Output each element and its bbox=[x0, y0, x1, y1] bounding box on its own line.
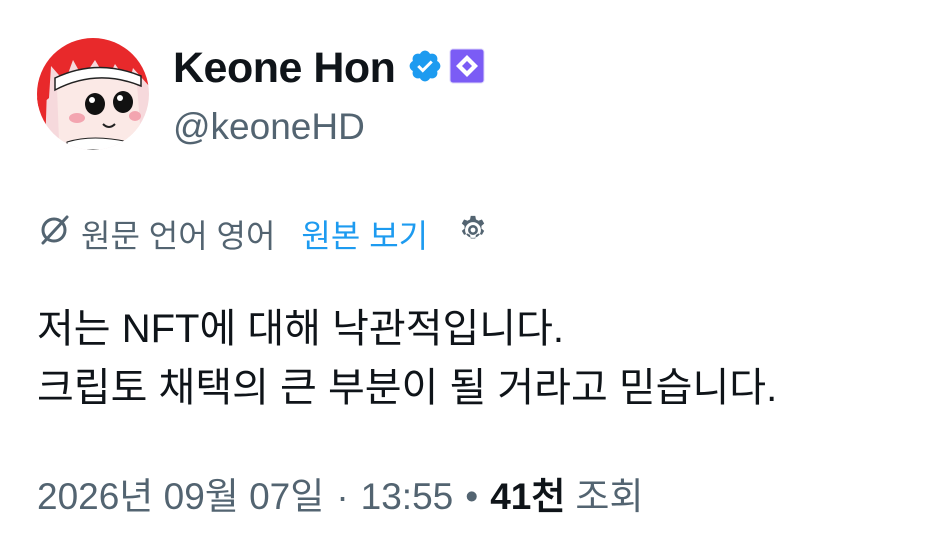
avatar-image bbox=[37, 38, 149, 150]
tweet-author-header: Keone Hon @keoneHD bbox=[37, 38, 485, 150]
meta-bullet: • bbox=[465, 476, 479, 517]
translation-source-label: 원문 언어 영어 bbox=[81, 218, 276, 254]
gear-icon[interactable] bbox=[456, 213, 490, 255]
tweet-text-line: 저는 NFT에 대해 낙관적입니다. bbox=[37, 307, 565, 351]
tweet-date[interactable]: 2026년 09월 07일 bbox=[37, 466, 324, 520]
views-count[interactable]: 41천 bbox=[490, 466, 565, 520]
affiliate-badge-icon[interactable] bbox=[449, 48, 485, 89]
view-original-link[interactable]: 원본 보기 bbox=[301, 211, 428, 257]
tweet-text-line: 크립토 채택의 큰 부분이 될 거라고 믿습니다. bbox=[37, 366, 778, 410]
translation-row: 원문 언어 영어 원본 보기 bbox=[37, 211, 490, 257]
tweet-detail: Keone Hon @keoneHD 원문 언어 영어 원본 보기 저는 NFT… bbox=[0, 0, 949, 551]
tweet-meta: 2026년 09월 07일 · 13:55 • 41천 조회 bbox=[37, 466, 644, 520]
tweet-text: 저는 NFT에 대해 낙관적입니다. 크립토 채택의 큰 부분이 될 거라고 믿… bbox=[37, 300, 777, 418]
name-row: Keone Hon bbox=[173, 40, 485, 96]
translate-icon bbox=[37, 213, 71, 255]
author-handle[interactable]: @keoneHD bbox=[173, 106, 485, 148]
avatar[interactable] bbox=[37, 38, 149, 150]
display-name[interactable]: Keone Hon bbox=[173, 44, 396, 93]
views-label: 조회 bbox=[575, 476, 644, 517]
author-names: Keone Hon @keoneHD bbox=[173, 40, 485, 148]
tweet-time[interactable]: 13:55 bbox=[361, 476, 454, 518]
meta-separator: · bbox=[336, 476, 349, 517]
verified-badge-icon[interactable] bbox=[407, 48, 443, 89]
